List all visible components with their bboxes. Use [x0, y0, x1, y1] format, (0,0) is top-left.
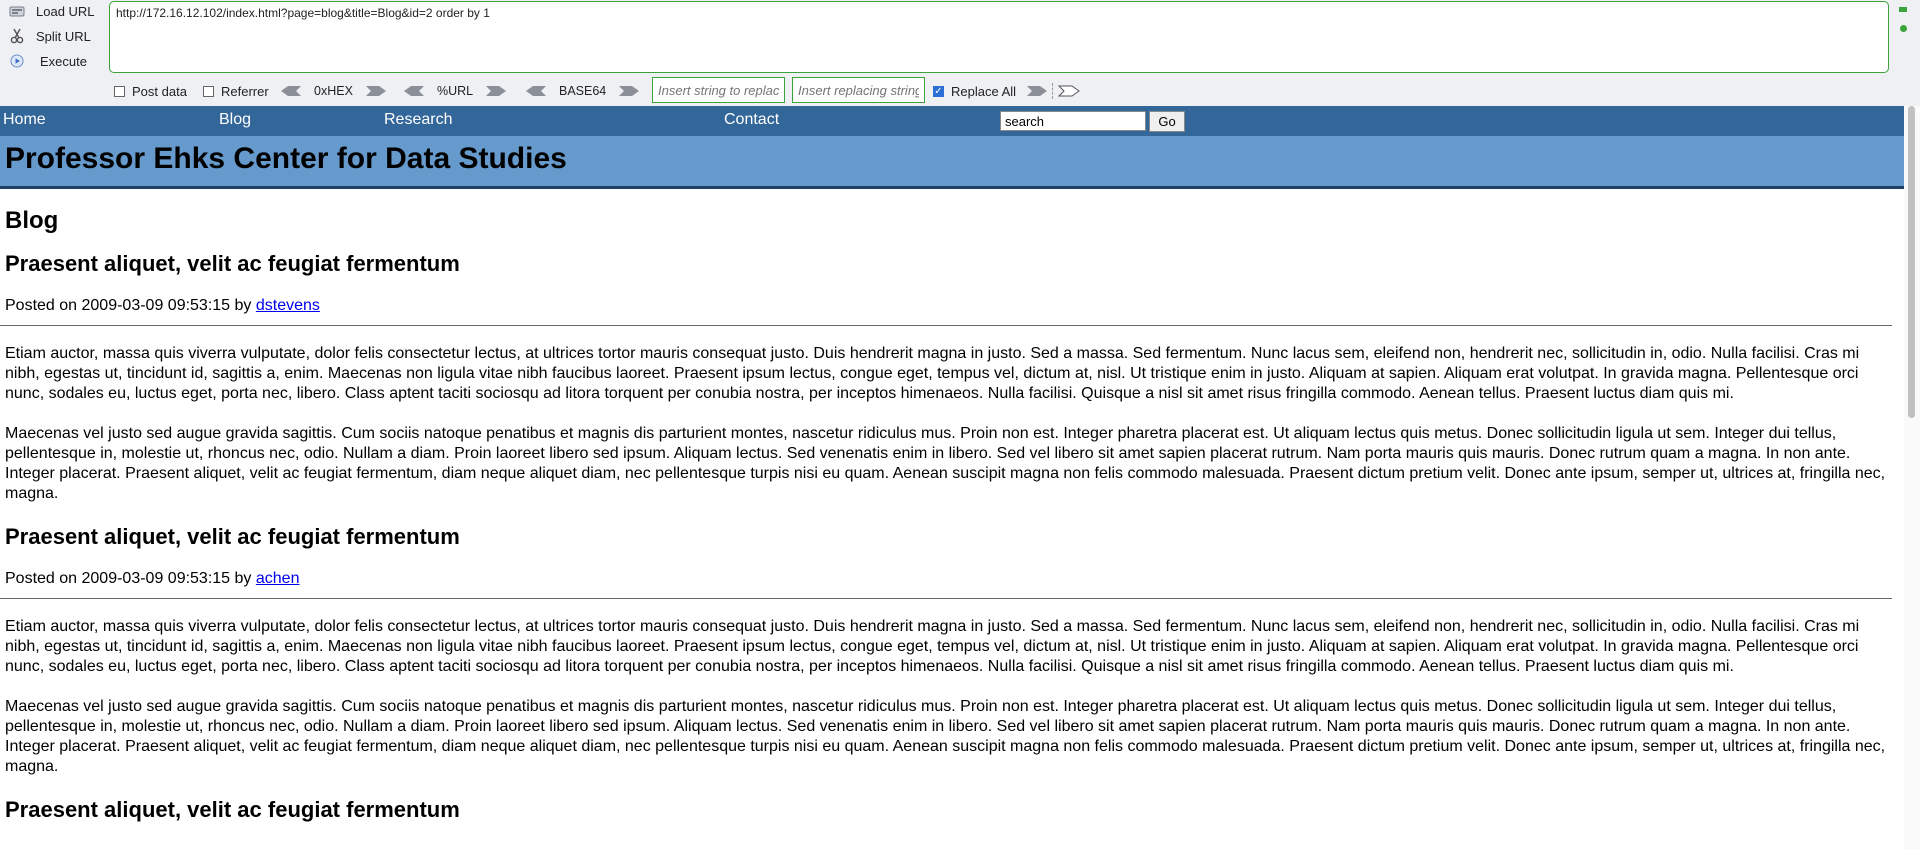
post-divider	[0, 598, 1892, 599]
url-decode-arrow-icon[interactable]	[403, 85, 425, 97]
web-page: Home Blog Research Contact Go Professor …	[0, 106, 1904, 849]
load-url-button[interactable]: Load URL	[8, 0, 95, 22]
post-title: Praesent aliquet, velit ac feugiat ferme…	[5, 251, 460, 276]
load-url-label: Load URL	[36, 3, 95, 19]
replace-forward-arrow-icon[interactable]	[1026, 85, 1048, 97]
split-url-label: Split URL	[36, 28, 91, 44]
side-indicator-dot	[1900, 25, 1907, 32]
post-paragraph: Maecenas vel justo sed augue gravida sag…	[5, 698, 1886, 775]
nav-contact-link[interactable]: Contact	[724, 111, 779, 129]
referrer-label: Referrer	[221, 83, 269, 99]
referrer-checkbox[interactable]: Referrer	[203, 81, 269, 101]
url-enc-label: %URL	[437, 84, 474, 98]
referrer-checkbox-box[interactable]	[203, 85, 214, 97]
scrollbar-thumb[interactable]	[1908, 106, 1915, 418]
base64-encode-arrow-icon[interactable]	[618, 85, 640, 97]
post-paragraph: Etiam auctor, massa quis viverra vulputa…	[5, 345, 1860, 402]
replace-all-checkbox[interactable]: ✓ Replace All	[933, 81, 1016, 101]
play-icon	[8, 52, 26, 70]
section-title: Blog	[5, 207, 59, 234]
main-content: Blog Praesent aliquet, velit ac feugiat …	[0, 207, 1904, 823]
nav-blog-link[interactable]: Blog	[219, 111, 251, 129]
post-title: Praesent aliquet, velit ac feugiat ferme…	[5, 797, 460, 822]
base64-encoder: BASE64	[525, 81, 640, 101]
side-indicator-top	[1899, 7, 1907, 12]
execute-button[interactable]: Execute	[8, 50, 87, 72]
replace-controls	[1026, 81, 1080, 101]
post-author-link[interactable]: achen	[256, 570, 300, 587]
hex-label: 0xHEX	[314, 84, 353, 98]
separator	[1052, 83, 1054, 99]
post-meta: Posted on 2009-03-09 09:53:15 by dsteven…	[5, 297, 1892, 315]
hackbar-options-row: Post data Referrer 0xHEX %URL BASE64 ✓ R…	[0, 77, 1920, 103]
url-encode-arrow-icon[interactable]	[485, 85, 507, 97]
post-meta: Posted on 2009-03-09 09:53:15 by achen	[5, 570, 1892, 588]
hex-encode-arrow-icon[interactable]	[365, 85, 387, 97]
post-author-link[interactable]: dstevens	[256, 297, 320, 314]
scissors-icon	[8, 27, 26, 45]
replace-execute-arrow-icon[interactable]	[1058, 85, 1080, 97]
nav-research-link[interactable]: Research	[384, 111, 452, 129]
hackbar-toolbar: Load URL Split URL Execute Post data Ref…	[0, 0, 1920, 107]
replace-all-checkbox-box[interactable]: ✓	[933, 85, 944, 97]
base64-label: BASE64	[559, 84, 607, 98]
post-data-checkbox[interactable]: Post data	[114, 81, 187, 101]
replace-string-input[interactable]	[652, 77, 785, 103]
split-url-button[interactable]: Split URL	[8, 25, 91, 47]
blog-post: Praesent aliquet, velit ac feugiat ferme…	[0, 251, 1892, 504]
url-input[interactable]	[109, 1, 1889, 73]
hex-encoder: 0xHEX	[280, 81, 387, 101]
replacing-string-input[interactable]	[792, 77, 925, 103]
post-data-label: Post data	[132, 83, 187, 99]
search-input[interactable]	[1000, 111, 1146, 131]
site-banner: Professor Ehks Center for Data Studies	[0, 136, 1904, 189]
post-paragraph: Etiam auctor, massa quis viverra vulputa…	[5, 618, 1860, 675]
replace-all-label: Replace All	[951, 83, 1017, 99]
post-divider	[0, 325, 1892, 326]
post-paragraph: Maecenas vel justo sed augue gravida sag…	[5, 425, 1886, 502]
load-url-icon	[8, 2, 26, 20]
nav-home-link[interactable]: Home	[3, 111, 46, 129]
post-date: Posted on 2009-03-09 09:53:15 by	[5, 570, 252, 587]
base64-decode-arrow-icon[interactable]	[525, 85, 547, 97]
page-scrollbar[interactable]	[1904, 106, 1920, 849]
post-title: Praesent aliquet, velit ac feugiat ferme…	[5, 524, 460, 549]
blog-post: Praesent aliquet, velit ac feugiat ferme…	[0, 524, 1892, 777]
url-encoder: %URL	[403, 81, 507, 101]
site-title: Professor Ehks Center for Data Studies	[5, 142, 567, 175]
execute-label: Execute	[40, 53, 87, 69]
blog-post: Praesent aliquet, velit ac feugiat ferme…	[5, 797, 1892, 823]
post-date: Posted on 2009-03-09 09:53:15 by	[5, 297, 252, 314]
post-data-checkbox-box[interactable]	[114, 85, 125, 97]
hex-decode-arrow-icon[interactable]	[280, 85, 302, 97]
go-button[interactable]: Go	[1149, 111, 1185, 132]
site-nav: Home Blog Research Contact Go	[0, 106, 1904, 136]
